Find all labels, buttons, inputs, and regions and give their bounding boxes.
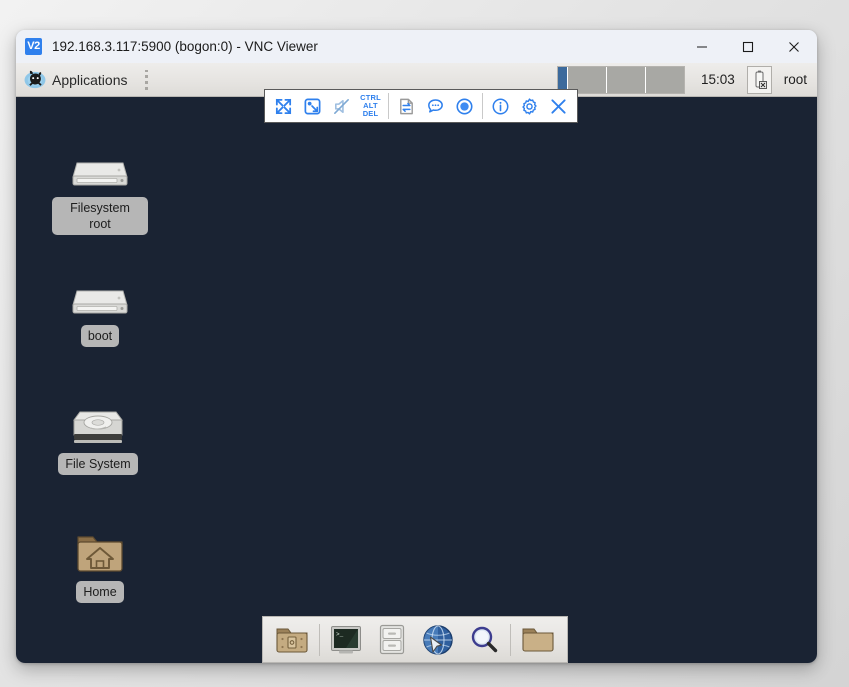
file-cabinet-icon — [380, 624, 405, 655]
close-x-icon — [551, 98, 566, 114]
dock-separator-1 — [318, 623, 320, 656]
hdd-glyph — [73, 411, 123, 443]
toolbar-separator-1 — [388, 93, 389, 119]
folder-icon — [522, 628, 554, 652]
dock-search[interactable] — [465, 621, 503, 659]
close-connection-button[interactable] — [544, 92, 573, 120]
minimize-button[interactable] — [679, 30, 725, 63]
settings-button[interactable] — [515, 92, 544, 120]
hard-disk-icon — [71, 399, 125, 447]
window-titlebar: V2 192.168.3.117:5900 (bogon:0) - VNC Vi… — [16, 30, 817, 63]
remote-desktop-view[interactable]: Applications 15:03 root CTRL ALT DEL Fil… — [16, 63, 817, 663]
desktop-icon-label: File System — [58, 453, 138, 475]
fullscreen-icon — [275, 98, 292, 114]
minimize-icon — [697, 45, 707, 48]
svg-text:>_: >_ — [336, 631, 344, 638]
file-transfer-icon — [400, 98, 413, 114]
xfce-bottom-dock: >_ — [262, 616, 568, 663]
desktop-icon-home[interactable]: Home — [52, 527, 148, 603]
chat-bubble-icon — [428, 98, 443, 113]
desktop-icon-filesystem-root[interactable]: Filesystem root — [52, 143, 148, 235]
panel-username[interactable]: root — [772, 72, 817, 87]
terminal-icon: >_ — [331, 625, 362, 653]
home-folder-glyph — [77, 536, 123, 572]
xfce-mouse-icon — [24, 70, 46, 88]
vnc-viewer-logo-icon: V2 — [25, 38, 42, 55]
dock-file-manager[interactable] — [273, 621, 311, 659]
chat-button[interactable] — [421, 92, 450, 120]
ctrl-alt-del-button[interactable]: CTRL ALT DEL — [356, 92, 385, 120]
applications-menu-label: Applications — [52, 71, 128, 88]
vnc-floating-toolbar: CTRL ALT DEL — [264, 89, 578, 123]
dock-web-browser[interactable] — [419, 621, 457, 659]
removable-drive-icon — [71, 271, 129, 319]
folder-documents-icon — [276, 628, 308, 653]
desktop-icon-file-system[interactable]: File System — [50, 399, 146, 475]
drive-glyph — [72, 162, 128, 186]
record-circle-icon — [456, 97, 473, 115]
ctrl-alt-del-icon: CTRL ALT DEL — [360, 94, 381, 118]
dock-folder[interactable] — [519, 621, 557, 659]
cad-line-del: DEL — [362, 109, 379, 118]
record-session-button[interactable] — [450, 92, 479, 120]
workspace-4[interactable] — [645, 66, 684, 93]
info-circle-icon — [492, 98, 509, 114]
panel-clock[interactable]: 15:03 — [689, 72, 747, 87]
fullscreen-button[interactable] — [269, 92, 298, 120]
scale-window-button[interactable] — [298, 92, 327, 120]
mute-audio-button[interactable] — [327, 92, 356, 120]
dock-archive-manager[interactable] — [373, 621, 411, 659]
globe-browser-icon — [423, 624, 453, 655]
window-title: 192.168.3.117:5900 (bogon:0) - VNC Viewe… — [52, 39, 318, 54]
dock-terminal[interactable]: >_ — [327, 621, 365, 659]
toolbar-separator-2 — [482, 93, 483, 119]
desktop-icon-label: boot — [80, 325, 120, 347]
battery-glyph — [755, 70, 767, 89]
connection-info-button[interactable] — [486, 92, 515, 120]
desktop-icon-boot[interactable]: boot — [52, 271, 148, 347]
vnc-viewer-window: V2 192.168.3.117:5900 (bogon:0) - VNC Vi… — [16, 30, 817, 663]
window-controls — [679, 30, 817, 63]
applications-menu-button[interactable]: Applications — [16, 63, 134, 96]
desktop-icon-label: Filesystem root — [52, 197, 148, 235]
desktop-icon-label: Home — [76, 581, 124, 603]
removable-drive-icon — [71, 143, 129, 191]
maximize-button[interactable] — [725, 30, 771, 63]
close-button[interactable] — [771, 30, 817, 63]
close-icon — [789, 41, 799, 52]
battery-missing-icon[interactable] — [746, 65, 772, 94]
maximize-icon — [742, 41, 754, 52]
window-scale-icon — [304, 98, 321, 114]
magnifier-icon — [471, 626, 497, 652]
file-transfer-button[interactable] — [392, 92, 421, 120]
panel-drag-handle-icon[interactable] — [142, 69, 152, 90]
drive-glyph — [72, 290, 128, 314]
gear-icon — [522, 97, 537, 115]
speaker-muted-icon — [334, 98, 349, 114]
workspace-3[interactable] — [606, 66, 646, 93]
dock-separator-2 — [510, 623, 512, 656]
home-folder-icon — [75, 527, 125, 575]
